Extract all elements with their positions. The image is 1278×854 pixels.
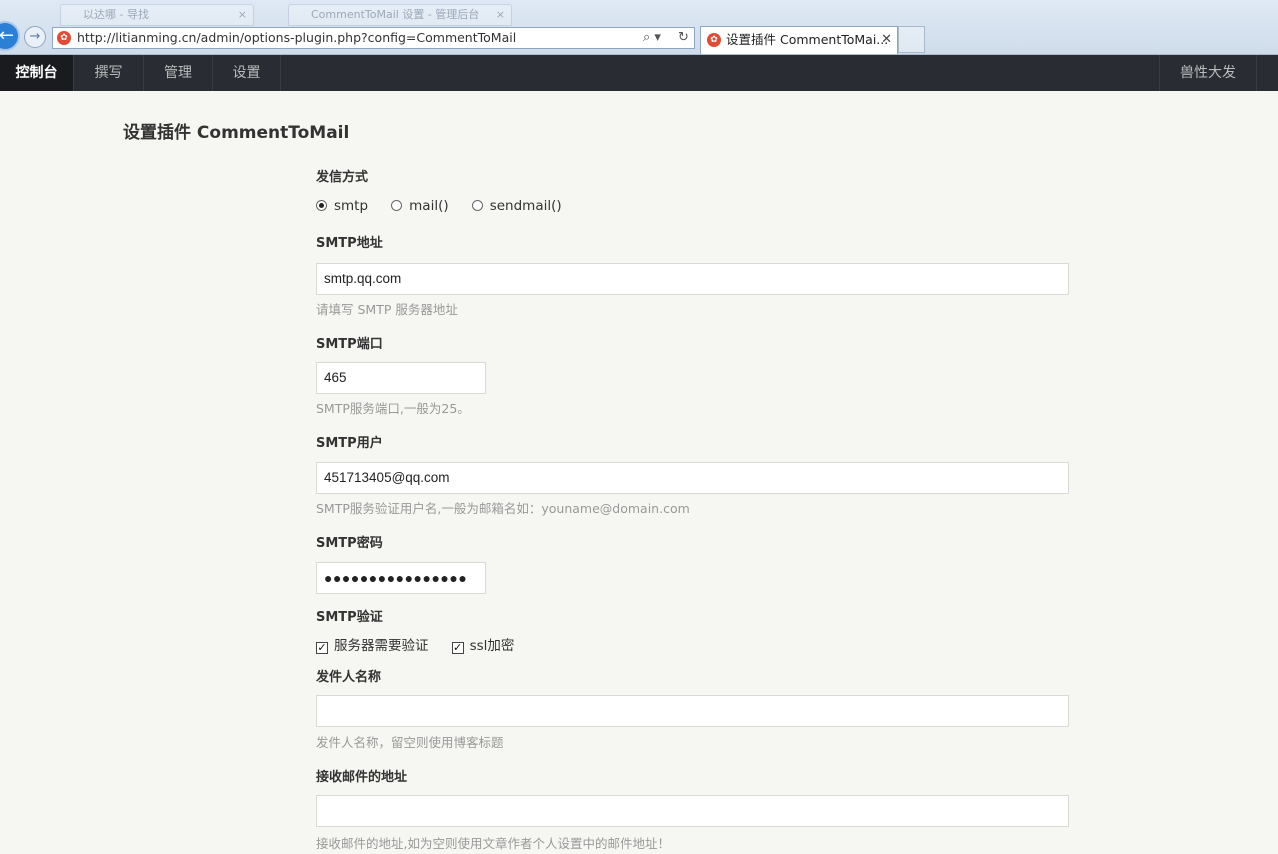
address-bar[interactable]: ✿ http://litianming.cn/admin/options-plu… — [52, 27, 695, 49]
new-tab-button[interactable] — [898, 26, 925, 53]
admin-nav: 控制台 撰写 管理 设置 兽性大发 — [0, 55, 1278, 91]
radio-label: sendmail() — [489, 197, 562, 214]
recv-address-label: 接收邮件的地址 — [316, 770, 408, 785]
radio-sendmail[interactable]: sendmail() — [471, 193, 562, 219]
nav-user[interactable]: 兽性大发 — [1159, 55, 1256, 91]
smtp-password-input[interactable]: ●●●●●●●●●●●●●●●● — [316, 562, 486, 594]
plugin-settings-form: 发信方式 smtp mail() sendmail() SMTP地址 smtp.… — [316, 168, 1076, 854]
checkbox-label: ssl加密 — [469, 637, 515, 654]
smtp-password-label: SMTP密码 — [316, 536, 383, 551]
close-icon[interactable]: ✕ — [881, 27, 892, 53]
smtp-user-label: SMTP用户 — [316, 436, 383, 451]
active-browser-tab[interactable]: ✿ 设置插件 CommentToMai... ✕ — [700, 26, 898, 54]
background-tab[interactable]: CommentToMail 设置 - 管理后台 × — [288, 4, 512, 26]
nav-item-dashboard[interactable]: 控制台 — [0, 55, 74, 91]
close-icon[interactable]: × — [496, 5, 505, 25]
nav-item-manage[interactable]: 管理 — [144, 55, 213, 91]
page-title: 设置插件 CommentToMail — [123, 123, 350, 143]
smtp-user-desc: SMTP服务验证用户名,一般为邮箱名如：youname@domain.com — [316, 501, 690, 516]
background-tab-title: 以达哪 - 导找 — [83, 8, 149, 21]
smtp-host-desc: 请填写 SMTP 服务器地址 — [316, 302, 458, 317]
smtp-host-label: SMTP地址 — [316, 236, 383, 251]
smtp-user-input[interactable]: 451713405@qq.com — [316, 462, 1069, 494]
sender-name-input[interactable] — [316, 695, 1069, 727]
radio-label: mail() — [409, 197, 449, 214]
checkbox-ssl[interactable]: ✓ ssl加密 — [451, 633, 515, 659]
background-tab-title: CommentToMail 设置 - 管理后台 — [311, 8, 480, 21]
nav-logout[interactable] — [1256, 55, 1278, 91]
browser-chrome: 以达哪 - 导找 × CommentToMail 设置 - 管理后台 × ← → ✿… — [0, 0, 1278, 55]
forward-arrow-icon[interactable]: → — [24, 26, 46, 48]
radio-label: smtp — [334, 197, 369, 214]
send-method-options: smtp mail() sendmail() — [316, 192, 1076, 218]
nav-item-settings[interactable]: 设置 — [213, 55, 281, 91]
search-dropdown-icon[interactable]: ⌕ ▾ — [643, 28, 661, 48]
smtp-verify-label: SMTP验证 — [316, 610, 383, 625]
checkbox-checked-icon[interactable]: ✓ — [451, 641, 464, 654]
smtp-port-input[interactable]: 465 — [316, 362, 486, 394]
smtp-host-input[interactable]: smtp.qq.com — [316, 263, 1069, 295]
sender-name-desc: 发件人名称，留空则使用博客标题 — [316, 735, 504, 750]
smtp-port-desc: SMTP服务端口,一般为25。 — [316, 401, 470, 416]
nav-item-write[interactable]: 撰写 — [74, 55, 144, 91]
checkbox-label: 服务器需要验证 — [334, 637, 429, 654]
site-favicon-icon: ✿ — [707, 33, 721, 47]
send-method-label: 发信方式 — [316, 170, 369, 185]
radio-selected-icon[interactable] — [316, 199, 327, 211]
close-icon[interactable]: × — [238, 5, 247, 25]
radio-mail[interactable]: mail() — [391, 193, 449, 219]
radio-icon[interactable] — [391, 199, 403, 211]
smtp-verify-options: ✓ 服务器需要验证 ✓ ssl加密 — [316, 632, 1076, 658]
refresh-icon[interactable]: ↻ — [678, 28, 689, 48]
background-tab[interactable]: 以达哪 - 导找 × — [60, 4, 254, 26]
recv-address-input[interactable] — [316, 795, 1069, 827]
site-favicon-icon: ✿ — [57, 31, 71, 45]
address-url[interactable]: http://litianming.cn/admin/options-plugi… — [77, 28, 516, 48]
sender-name-label: 发件人名称 — [316, 670, 382, 685]
radio-icon[interactable] — [471, 199, 483, 211]
radio-smtp[interactable]: smtp — [316, 193, 368, 219]
smtp-port-label: SMTP端口 — [316, 337, 383, 352]
recv-address-desc: 接收邮件的地址,如为空则使用文章作者个人设置中的邮件地址！ — [316, 836, 670, 851]
tab-title: 设置插件 CommentToMai... — [726, 32, 889, 47]
checkbox-require-auth[interactable]: ✓ 服务器需要验证 — [316, 633, 429, 659]
back-arrow-icon[interactable]: ← — [0, 21, 20, 51]
checkbox-checked-icon[interactable]: ✓ — [316, 641, 328, 654]
